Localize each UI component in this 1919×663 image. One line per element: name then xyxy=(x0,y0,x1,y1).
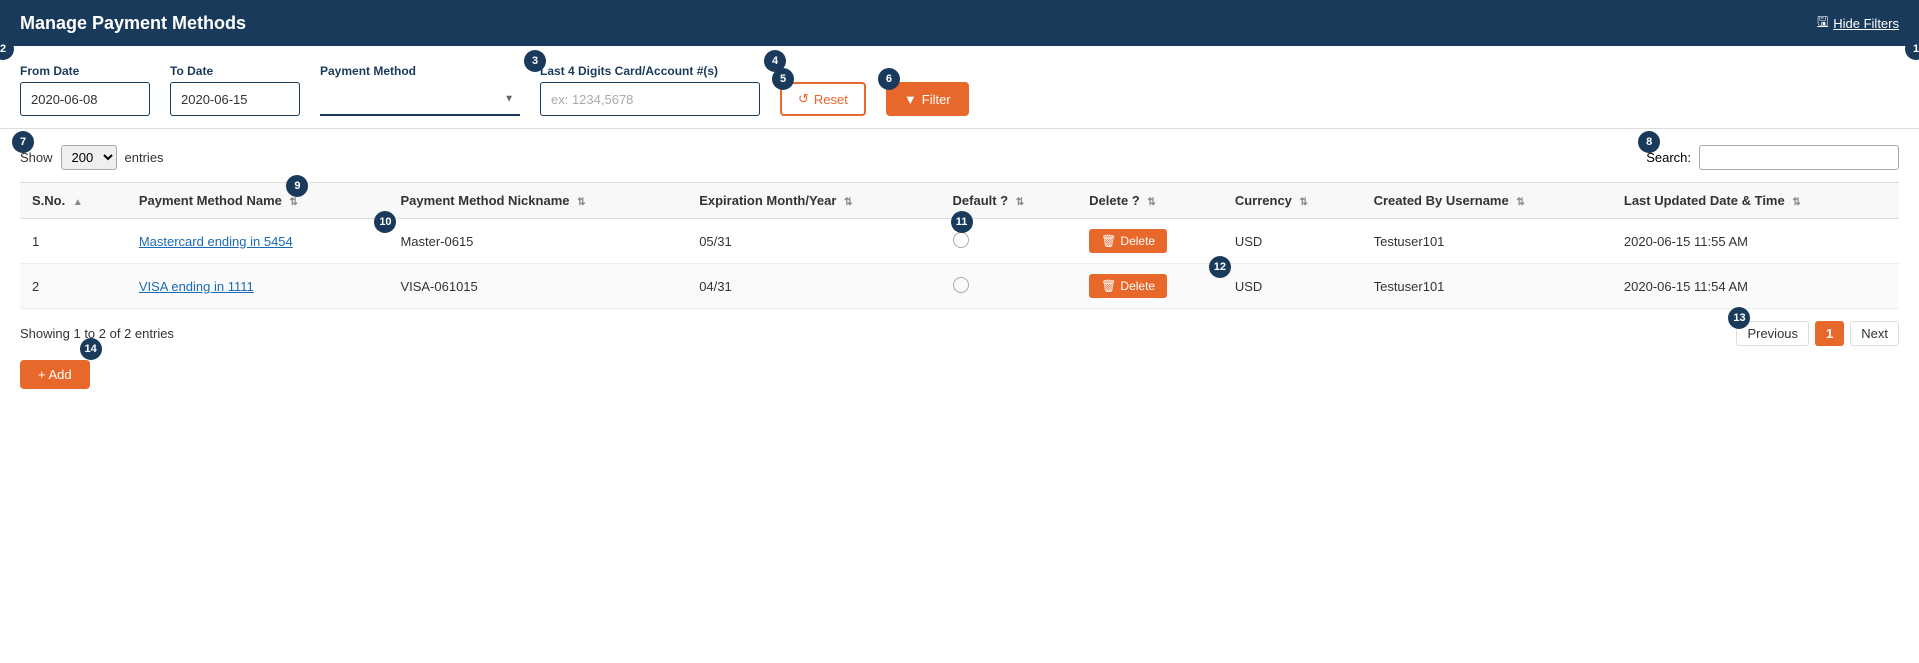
badge-9: 9 xyxy=(286,175,308,197)
payment-method-select-wrapper xyxy=(320,82,520,116)
delete-button[interactable]: 🗑 Delete xyxy=(1089,274,1167,298)
from-date-label: From Date xyxy=(20,64,150,78)
table-controls: 7 Show 200 10 25 50 100 entries 8 Search… xyxy=(20,145,1899,170)
table-row: 1 Mastercard ending in 5454 10 Master-06… xyxy=(20,219,1899,264)
page-header: Manage Payment Methods 🖫 Hide Filters xyxy=(0,0,1919,46)
sort-currency-icon[interactable]: ⇅ xyxy=(1300,197,1308,208)
sort-expiration-icon[interactable]: ⇅ xyxy=(844,197,852,208)
sort-name-icon[interactable]: ⇅ xyxy=(289,197,297,208)
col-sno: S.No. ▲ xyxy=(20,183,127,219)
table-area: 7 Show 200 10 25 50 100 entries 8 Search… xyxy=(0,129,1919,405)
col-created-by: Created By Username ⇅ xyxy=(1362,183,1612,219)
cell-expiration: 05/31 xyxy=(687,219,940,264)
table-body: 1 Mastercard ending in 5454 10 Master-06… xyxy=(20,219,1899,309)
entries-select[interactable]: 200 10 25 50 100 xyxy=(61,145,117,170)
filter-icon: 🖫 xyxy=(1817,12,1828,34)
cell-default xyxy=(941,264,1078,309)
add-button-wrapper: + Add 14 xyxy=(20,346,90,389)
cell-nickname: VISA-061015 xyxy=(388,264,687,309)
pagination: 13 Previous 1 Next xyxy=(1736,321,1899,346)
showing-text: Showing 1 to 2 of 2 entries xyxy=(20,326,174,341)
cell-currency: USD xyxy=(1223,219,1362,264)
cell-expiration: 04/31 xyxy=(687,264,940,309)
badge-14: 14 xyxy=(80,338,102,360)
cell-name: Mastercard ending in 5454 10 xyxy=(127,219,389,264)
trash-icon: 🗑 xyxy=(1101,279,1116,293)
cell-currency: USD xyxy=(1223,264,1362,309)
filter-button[interactable]: ▼ Filter xyxy=(886,82,969,116)
add-button[interactable]: + Add xyxy=(20,360,90,389)
col-currency: Currency ⇅ xyxy=(1223,183,1362,219)
badge-7: 7 xyxy=(12,131,34,153)
cell-last-updated: 2020-06-15 11:55 AM xyxy=(1612,219,1899,264)
badge-11: 11 xyxy=(951,211,973,233)
to-date-label: To Date xyxy=(170,64,300,78)
table-footer: Showing 1 to 2 of 2 entries 13 Previous … xyxy=(20,321,1899,346)
cell-last-updated: 2020-06-15 11:54 AM xyxy=(1612,264,1899,309)
col-name: Payment Method Name ⇅ 9 xyxy=(127,183,389,219)
delete-button[interactable]: 🗑 Delete xyxy=(1089,229,1167,253)
sort-sno-icon[interactable]: ▲ xyxy=(73,197,83,208)
data-table: S.No. ▲ Payment Method Name ⇅ 9 Payment … xyxy=(20,182,1899,309)
cell-sno: 1 xyxy=(20,219,127,264)
col-expiration: Expiration Month/Year ⇅ xyxy=(687,183,940,219)
payment-method-label: Payment Method 3 xyxy=(320,64,520,78)
to-date-group: To Date xyxy=(170,64,300,116)
sort-delete-icon[interactable]: ⇅ xyxy=(1147,197,1155,208)
table-row: 2 VISA ending in 1111 VISA-061015 04/31 … xyxy=(20,264,1899,309)
card-digits-input[interactable] xyxy=(540,82,760,116)
reset-group: 5 ↺ Reset xyxy=(780,82,866,116)
payment-method-link[interactable]: VISA ending in 1111 xyxy=(139,279,254,294)
cell-sno: 2 xyxy=(20,264,127,309)
page-title: Manage Payment Methods xyxy=(20,13,246,34)
filters-area: 2 1 From Date To Date Payment Method 3 xyxy=(0,46,1919,129)
show-entries: 7 Show 200 10 25 50 100 entries xyxy=(20,145,164,170)
filter-funnel-icon: ▼ xyxy=(904,92,917,107)
cell-nickname: Master-0615 xyxy=(388,219,687,264)
sort-created-icon[interactable]: ⇅ xyxy=(1516,197,1524,208)
search-input[interactable] xyxy=(1699,145,1899,170)
badge-12: 12 xyxy=(1209,256,1231,278)
default-radio[interactable] xyxy=(953,277,969,293)
next-button[interactable]: Next xyxy=(1850,321,1899,346)
payment-method-group: Payment Method 3 xyxy=(320,64,520,116)
from-date-group: From Date xyxy=(20,64,150,116)
sort-nickname-icon[interactable]: ⇅ xyxy=(577,197,585,208)
reset-button[interactable]: ↺ Reset xyxy=(780,82,866,116)
cell-name: VISA ending in 1111 xyxy=(127,264,389,309)
card-digits-group: Last 4 Digits Card/Account #(s) 4 xyxy=(540,64,760,116)
cell-default: 11 xyxy=(941,219,1078,264)
badge-6: 6 xyxy=(878,68,900,90)
badge-1: 1 xyxy=(1905,38,1919,60)
col-nickname: Payment Method Nickname ⇅ xyxy=(388,183,687,219)
search-box: 8 Search: xyxy=(1646,145,1899,170)
reset-icon: ↺ xyxy=(798,91,809,107)
current-page[interactable]: 1 xyxy=(1815,321,1844,346)
hide-filters-button[interactable]: 🖫 Hide Filters xyxy=(1817,12,1899,34)
cell-delete: 🗑 Delete 12 xyxy=(1077,264,1223,309)
payment-method-select[interactable] xyxy=(320,82,520,116)
to-date-input[interactable] xyxy=(170,82,300,116)
filter-btn-group: 6 ▼ Filter xyxy=(886,82,969,116)
cell-created-by: Testuser101 xyxy=(1362,264,1612,309)
card-digits-label: Last 4 Digits Card/Account #(s) 4 xyxy=(540,64,760,78)
from-date-input[interactable] xyxy=(20,82,150,116)
col-last-updated: Last Updated Date & Time ⇅ xyxy=(1612,183,1899,219)
payment-method-link[interactable]: Mastercard ending in 5454 xyxy=(139,234,293,249)
sort-updated-icon[interactable]: ⇅ xyxy=(1792,197,1800,208)
page-wrapper: Manage Payment Methods 🖫 Hide Filters 2 … xyxy=(0,0,1919,663)
cell-delete: 🗑 Delete xyxy=(1077,219,1223,264)
default-radio[interactable] xyxy=(953,232,969,248)
sort-default-icon[interactable]: ⇅ xyxy=(1016,197,1024,208)
col-delete: Delete ? ⇅ xyxy=(1077,183,1223,219)
trash-icon: 🗑 xyxy=(1101,234,1116,248)
filters-row: From Date To Date Payment Method 3 xyxy=(20,64,1899,116)
badge-5: 5 xyxy=(772,68,794,90)
cell-created-by: Testuser101 xyxy=(1362,219,1612,264)
